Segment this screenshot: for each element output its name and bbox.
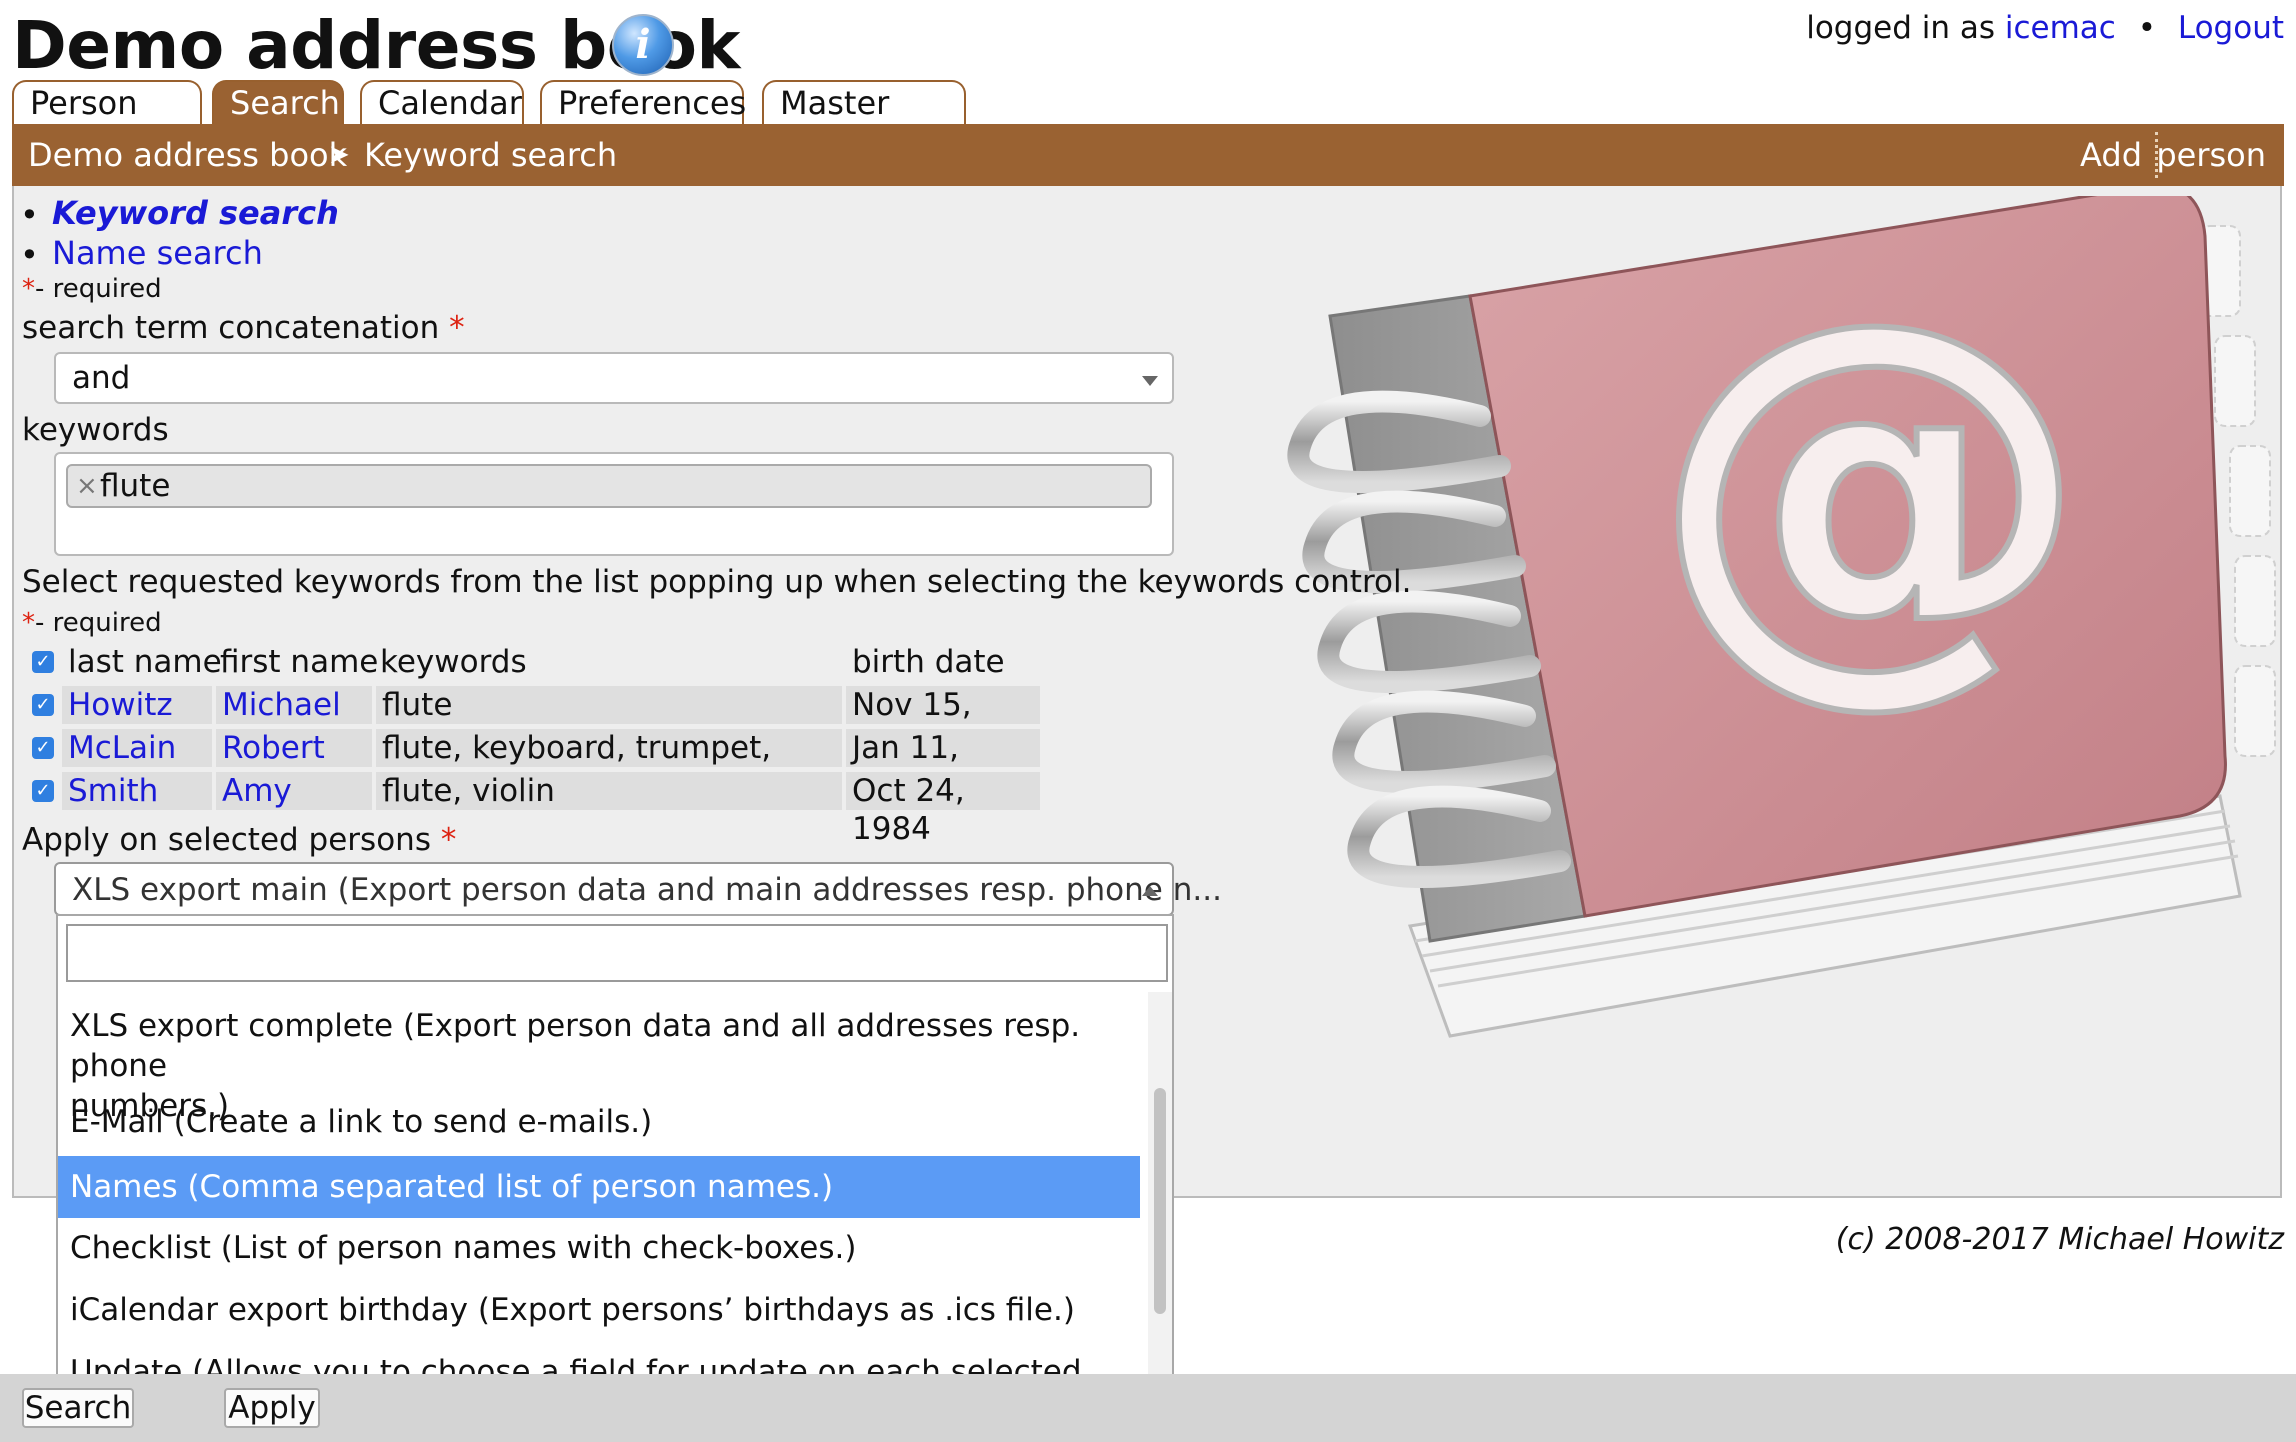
- add-button[interactable]: Add: [2080, 124, 2142, 186]
- login-prefix: logged in as: [1806, 10, 1996, 46]
- cell-keywords: flute, keyboard, trumpet, violin: [376, 729, 842, 804]
- concat-select[interactable]: and: [54, 352, 1174, 404]
- address-book-icon: @: [1287, 196, 2276, 1038]
- copyright: (c) 2008-2017 Michael Howitz: [1835, 1222, 2284, 1257]
- column-header-birth-date[interactable]: birth date: [852, 643, 1005, 681]
- chevron-down-icon: [1142, 376, 1158, 386]
- concat-select-value: and: [72, 360, 131, 396]
- required-note: *- required: [22, 274, 162, 304]
- column-header-keywords[interactable]: keywords: [380, 643, 527, 681]
- apply-button[interactable]: Apply: [224, 1388, 320, 1428]
- column-header-first-name[interactable]: first name: [220, 643, 378, 681]
- required-star: *: [449, 310, 465, 346]
- dropdown-search-input[interactable]: [66, 924, 1168, 982]
- cell-keywords: flute, violin: [376, 772, 842, 810]
- logout-link[interactable]: Logout: [2178, 10, 2284, 46]
- keywords-input[interactable]: × flute: [54, 452, 1174, 556]
- required-note: *- required: [22, 608, 162, 638]
- cell-birth-date: Nov 15, 1976: [846, 686, 1040, 761]
- breadcrumb-separator-icon: ➤: [328, 140, 350, 170]
- tab-preferences[interactable]: Preferences: [540, 80, 746, 124]
- tab-calendar[interactable]: Calendar: [360, 80, 524, 124]
- keyword-search-link[interactable]: Keyword search: [52, 194, 339, 232]
- action-dropdown: XLS export complete (Export person data …: [56, 914, 1174, 1390]
- breadcrumb-root[interactable]: Demo address book: [28, 124, 347, 186]
- search-button[interactable]: Search: [22, 1388, 134, 1428]
- scrollbar-thumb[interactable]: [1154, 1088, 1166, 1314]
- nav-bullet: •: [20, 236, 39, 274]
- apply-label-text: Apply on selected persons: [22, 822, 431, 858]
- keywords-hint: Select requested keywords from the list …: [22, 564, 1412, 600]
- cell-last-name[interactable]: Smith: [62, 772, 212, 810]
- chevron-up-icon: [1142, 886, 1158, 896]
- option-icalendar-birthday[interactable]: iCalendar export birthday (Export person…: [58, 1290, 1140, 1330]
- required-star: *: [22, 608, 35, 638]
- keyword-token: × flute: [66, 464, 1152, 508]
- svg-text:@: @: [1650, 228, 2090, 740]
- row-checkbox[interactable]: ✓: [32, 737, 54, 759]
- select-all-checkbox[interactable]: ✓: [32, 651, 54, 673]
- cell-last-name[interactable]: Howitz: [62, 686, 212, 724]
- required-text: - required: [35, 608, 162, 638]
- add-person-button[interactable]: person: [2156, 124, 2266, 186]
- required-star: *: [440, 822, 457, 858]
- login-separator: •: [2137, 10, 2156, 46]
- option-email[interactable]: E-Mail (Create a link to send e-mails.): [58, 1102, 1140, 1142]
- user-link[interactable]: icemac: [2005, 10, 2116, 46]
- cell-last-name[interactable]: McLain: [62, 729, 212, 767]
- cell-first-name[interactable]: Amy: [216, 772, 372, 810]
- dropdown-scrollbar[interactable]: [1148, 992, 1172, 1388]
- cell-first-name[interactable]: Robert: [216, 729, 372, 767]
- row-checkbox[interactable]: ✓: [32, 780, 54, 802]
- cell-keywords: flute: [376, 686, 842, 724]
- cell-birth-date: Jan 11, 1983: [846, 729, 1040, 804]
- required-text: - required: [35, 274, 162, 304]
- concat-label-text: search term concatenation: [22, 310, 440, 346]
- option-text: XLS export complete (Export person data …: [70, 1008, 1081, 1084]
- tab-person-list[interactable]: Person list: [12, 80, 202, 164]
- apply-select[interactable]: XLS export main (Export person data and …: [54, 862, 1222, 916]
- info-icon[interactable]: i: [612, 14, 674, 76]
- concat-label: search term concatenation *: [22, 310, 465, 346]
- keywords-label: keywords: [22, 412, 169, 448]
- option-checklist[interactable]: Checklist (List of person names with che…: [58, 1228, 1140, 1268]
- breadcrumb-bar: Demo address book ➤ Keyword search Add p…: [12, 124, 2284, 186]
- footer-bar: [0, 1374, 2296, 1442]
- column-header-last-name[interactable]: last name: [68, 643, 222, 681]
- cell-first-name[interactable]: Michael: [216, 686, 372, 724]
- required-star: *: [22, 274, 35, 304]
- keyword-token-label: flute: [100, 468, 171, 504]
- option-names[interactable]: Names (Comma separated list of person na…: [58, 1156, 1140, 1218]
- apply-label: Apply on selected persons *: [22, 822, 456, 858]
- cell-birth-date: Oct 24, 1984: [846, 772, 1040, 847]
- tab-master-data[interactable]: Master data: [762, 80, 966, 164]
- breadcrumb-current: Keyword search: [364, 136, 618, 174]
- row-checkbox[interactable]: ✓: [32, 694, 54, 716]
- login-bar: logged in as icemac • Logout: [1806, 10, 2284, 46]
- apply-select-value: XLS export main (Export person data and …: [72, 872, 1222, 908]
- name-search-link[interactable]: Name search: [52, 234, 263, 272]
- tab-search[interactable]: Search: [212, 80, 344, 124]
- nav-bullet: •: [20, 196, 39, 234]
- remove-token-icon[interactable]: ×: [76, 466, 98, 506]
